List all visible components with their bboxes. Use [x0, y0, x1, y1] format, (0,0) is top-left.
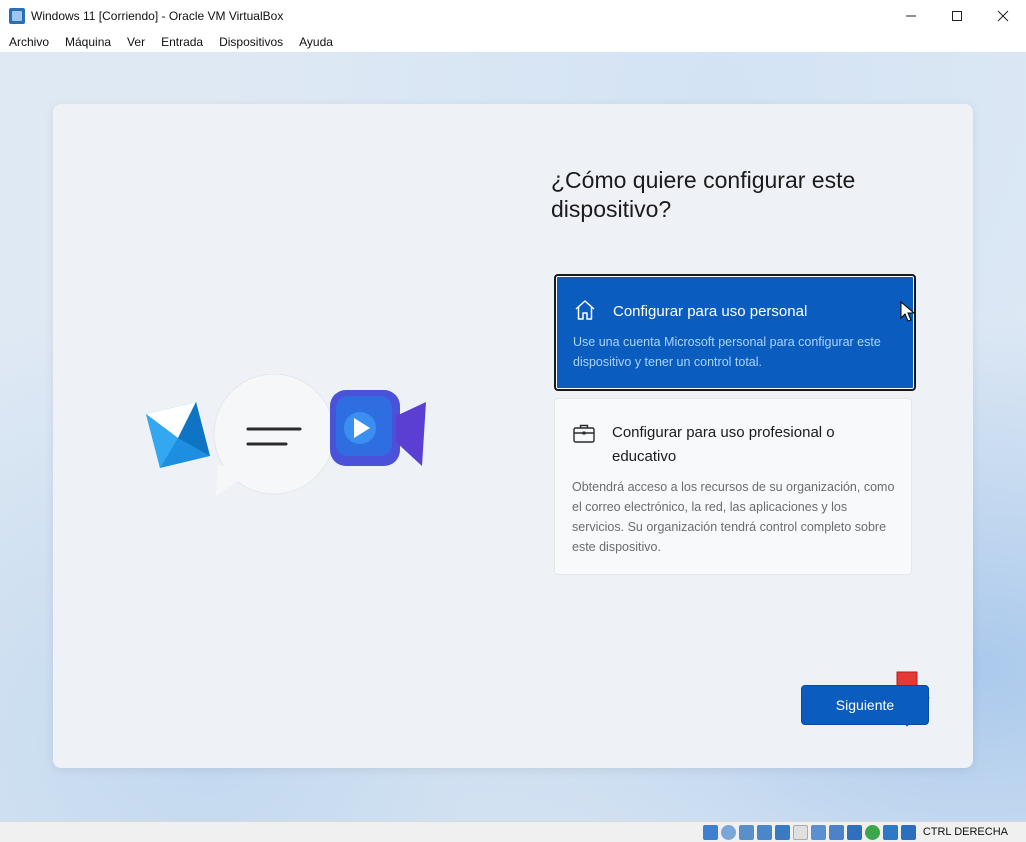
next-button[interactable]: Siguiente: [801, 685, 929, 725]
menu-archivo[interactable]: Archivo: [9, 35, 49, 49]
cpu-icon[interactable]: [846, 824, 862, 840]
window-title: Windows 11 [Corriendo] - Oracle VM Virtu…: [31, 9, 284, 23]
communication-illustration: [138, 374, 428, 504]
menu-entrada[interactable]: Entrada: [161, 35, 203, 49]
shared-folders-icon[interactable]: [792, 824, 808, 840]
menu-bar: Archivo Máquina Ver Entrada Dispositivos…: [0, 32, 1026, 52]
vm-display[interactable]: ¿Cómo quiere configurar este dispositivo…: [0, 52, 1026, 842]
option-title: Configurar para uso profesional o educat…: [612, 424, 835, 465]
home-icon: [575, 300, 595, 320]
menu-ayuda[interactable]: Ayuda: [299, 35, 333, 49]
display-icon[interactable]: [810, 824, 826, 840]
mouse-cursor-icon: [900, 301, 916, 322]
maximize-icon: [952, 11, 962, 21]
virtualbox-icon: [9, 8, 25, 24]
network-icon[interactable]: [756, 824, 772, 840]
menu-maquina[interactable]: Máquina: [65, 35, 111, 49]
option-personal-use[interactable]: Configurar para uso personal Use una cue…: [554, 274, 916, 391]
recording-icon[interactable]: [828, 824, 844, 840]
keyboard-icon[interactable]: [900, 824, 916, 840]
optical-drive-icon[interactable]: [720, 824, 736, 840]
menu-dispositivos[interactable]: Dispositivos: [219, 35, 283, 49]
mouse-integration-icon[interactable]: [882, 824, 898, 840]
host-key-label: CTRL DERECHA: [922, 826, 1008, 838]
page-title: ¿Cómo quiere configurar este dispositivo…: [551, 167, 856, 222]
option-description: Use una cuenta Microsoft personal para c…: [573, 335, 881, 369]
guest-additions-icon[interactable]: [864, 824, 880, 840]
status-bar: CTRL DERECHA: [0, 821, 1026, 842]
minimize-icon: [906, 15, 916, 17]
option-title: Configurar para uso personal: [613, 303, 808, 320]
usb-icon[interactable]: [774, 824, 790, 840]
chat-bubble-icon: [213, 374, 335, 496]
video-camera-icon: [330, 390, 426, 466]
close-button[interactable]: [980, 0, 1026, 32]
audio-icon[interactable]: [738, 824, 754, 840]
mail-icon: [146, 402, 210, 468]
briefcase-icon: [573, 424, 595, 443]
title-bar: Windows 11 [Corriendo] - Oracle VM Virtu…: [0, 0, 1026, 32]
hard-disk-icon[interactable]: [702, 824, 718, 840]
setup-card: ¿Cómo quiere configurar este dispositivo…: [53, 104, 973, 768]
close-icon: [997, 10, 1009, 22]
maximize-button[interactable]: [934, 0, 980, 32]
option-work-school[interactable]: Configurar para uso profesional o educat…: [554, 398, 912, 575]
minimize-button[interactable]: [888, 0, 934, 32]
menu-ver[interactable]: Ver: [127, 35, 145, 49]
option-description: Obtendrá acceso a los recursos de su org…: [572, 480, 895, 554]
